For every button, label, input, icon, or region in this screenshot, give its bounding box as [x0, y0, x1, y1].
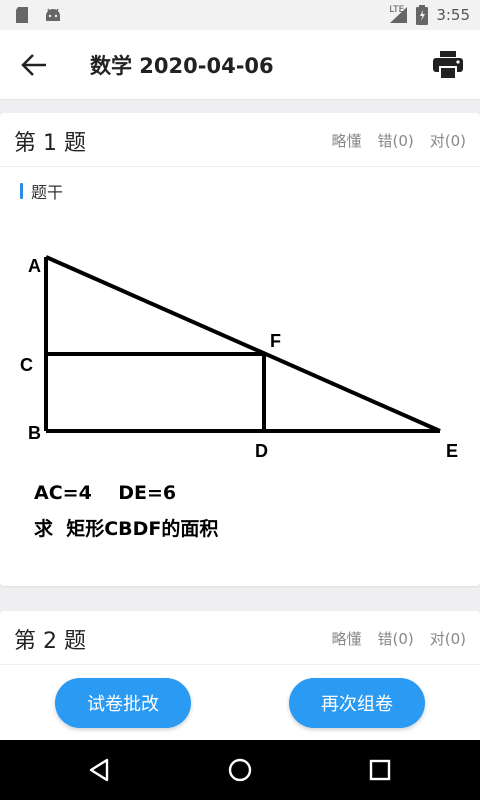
wrong-count-button[interactable]: 错(0) — [378, 628, 414, 649]
point-label-f: F — [270, 331, 281, 351]
status-time: 3:55 — [436, 6, 470, 24]
home-circle-icon[interactable] — [225, 755, 255, 785]
question-header: 第 2 题 略懂 错(0) 对(0) — [0, 611, 480, 665]
point-label-a: A — [28, 256, 41, 276]
back-triangle-icon[interactable] — [85, 755, 115, 785]
correct-count-button[interactable]: 对(0) — [430, 130, 466, 151]
system-nav-bar — [0, 740, 480, 800]
sd-card-icon — [16, 7, 28, 23]
point-label-c: C — [20, 355, 33, 375]
signal-icon — [390, 7, 408, 23]
stem-marker — [20, 183, 23, 199]
battery-icon — [416, 5, 429, 25]
geometry-figure: A C B F D E AC=4 DE=6 求 矩形CBDF的面积 — [20, 255, 458, 540]
regroup-paper-button[interactable]: 再次组卷 — [289, 678, 425, 728]
question-title: 第 1 题 — [14, 131, 86, 156]
status-bar: LTE 3:55 — [0, 0, 480, 30]
printer-icon[interactable] — [432, 50, 464, 80]
partial-understanding-button[interactable]: 略懂 — [331, 130, 361, 151]
question-actions: 略懂 错(0) 对(0) — [331, 130, 466, 151]
recents-square-icon[interactable] — [365, 755, 395, 785]
question-card: 第 2 题 略懂 错(0) 对(0) — [0, 611, 480, 671]
question-prompt: 求 矩形CBDF的面积 — [34, 517, 218, 540]
point-label-b: B — [28, 423, 41, 443]
status-left-icons — [14, 6, 62, 24]
android-icon — [46, 8, 60, 21]
segment-ae — [45, 255, 441, 433]
question-card: 第 1 题 略懂 错(0) 对(0) 题干 A C B F D E AC=4 D… — [0, 113, 480, 586]
correct-count-button[interactable]: 对(0) — [430, 628, 466, 649]
partial-understanding-button[interactable]: 略懂 — [331, 628, 361, 649]
given-conditions: AC=4 DE=6 — [34, 482, 176, 504]
wrong-count-button[interactable]: 错(0) — [378, 130, 414, 151]
status-right: LTE 3:55 — [389, 5, 470, 25]
stem-label-text: 题干 — [31, 183, 64, 202]
point-label-e: E — [446, 441, 458, 461]
page-title: 数学 2020-04-06 — [90, 54, 274, 78]
point-label-d: D — [255, 441, 268, 461]
question-header: 第 1 题 略懂 错(0) 对(0) — [0, 113, 480, 167]
app-bar: 数学 2020-04-06 — [0, 30, 480, 100]
question-title: 第 2 题 — [14, 629, 86, 654]
bottom-action-bar: 试卷批改 再次组卷 — [0, 666, 480, 740]
back-arrow-icon[interactable] — [20, 52, 50, 78]
question-actions: 略懂 错(0) 对(0) — [331, 628, 466, 649]
stem-section-label: 题干 — [20, 179, 63, 203]
grade-paper-button[interactable]: 试卷批改 — [55, 678, 191, 728]
